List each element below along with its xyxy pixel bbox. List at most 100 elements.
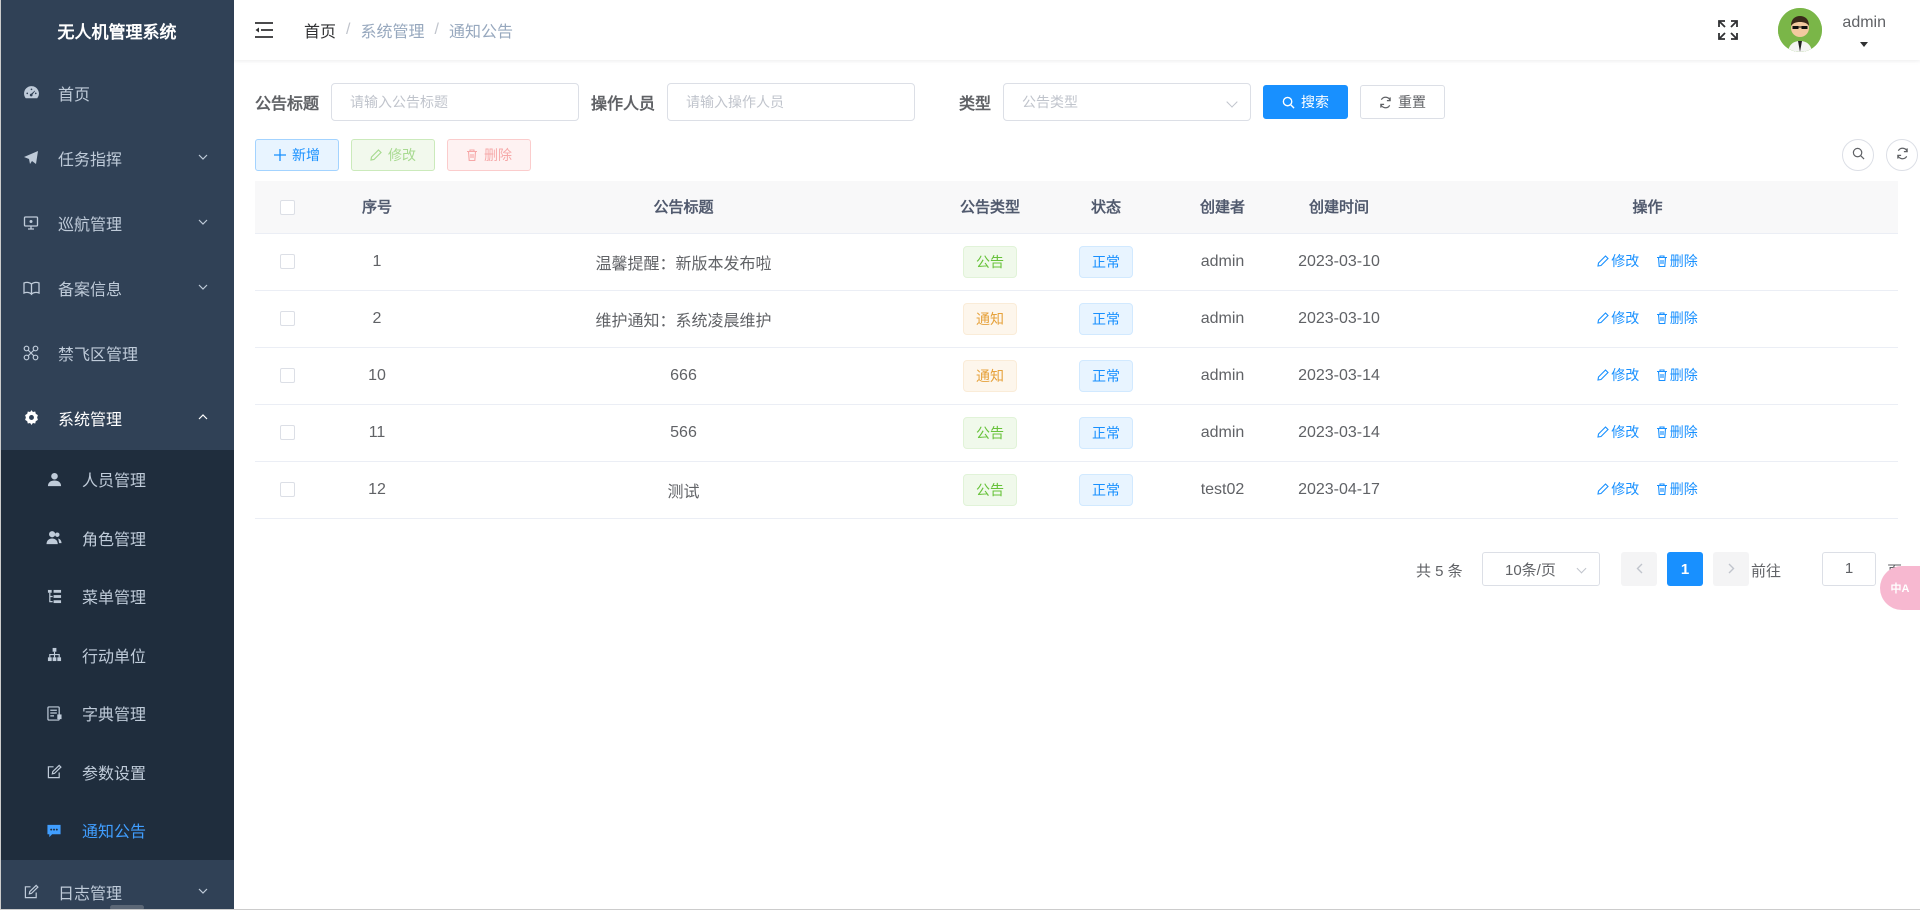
row-edit-link[interactable]: 修改: [1597, 479, 1639, 499]
sidebar-scrollbar[interactable]: [110, 905, 144, 910]
row-checkbox[interactable]: [279, 310, 295, 326]
add-button[interactable]: 新增: [255, 139, 339, 171]
translate-icon[interactable]: 中A: [1880, 566, 1920, 610]
row-checkbox[interactable]: [279, 424, 295, 440]
row-delete-label: 删除: [1669, 310, 1698, 326]
chevron-down-icon: [1576, 563, 1587, 574]
sidebar-item-menus[interactable]: 菜单管理: [0, 567, 234, 626]
fullscreen-icon[interactable]: [1716, 18, 1740, 42]
chevron-right-icon: [1728, 561, 1735, 578]
sidebar-item-record[interactable]: 备案信息: [0, 255, 234, 320]
sidebar-item-label: 首页: [58, 86, 91, 104]
search-button-label: 搜索: [1301, 94, 1330, 110]
cell-time: 2023-03-14: [1281, 347, 1397, 405]
refresh-table-button[interactable]: [1886, 139, 1918, 171]
refresh-icon: [1379, 96, 1392, 109]
sidebar-item-users[interactable]: 人员管理: [0, 450, 234, 509]
title-input[interactable]: 请输入公告标题: [331, 83, 580, 121]
cell-actions: 修改 删除: [1397, 233, 1898, 291]
operator-input[interactable]: 请输入操作人员: [667, 83, 916, 121]
type-placeholder: 公告类型: [1022, 94, 1079, 110]
breadcrumb-home[interactable]: 首页: [304, 18, 336, 42]
search-icon: [1282, 96, 1295, 109]
row-delete-link[interactable]: 删除: [1656, 422, 1698, 442]
navbar: 首页 / 系统管理 / 通知公告 admin: [234, 0, 1920, 60]
sidebar-item-task[interactable]: 任务指挥: [0, 125, 234, 190]
monitor-icon: [22, 214, 40, 232]
row-checkbox[interactable]: [279, 367, 295, 383]
row-checkbox[interactable]: [279, 481, 295, 497]
cell-id: 1: [319, 233, 435, 291]
sidebar-item-home[interactable]: 首页: [0, 60, 234, 125]
cell-type: 公告: [932, 233, 1048, 291]
sidebar-item-params[interactable]: 参数设置: [0, 743, 234, 802]
table-row[interactable]: 11 566 公告 正常 admin 2023-03-14 修改 删除: [255, 404, 1898, 462]
sidebar-item-roles[interactable]: 角色管理: [0, 509, 234, 568]
reset-button[interactable]: 重置: [1360, 85, 1446, 119]
select-all-checkbox[interactable]: [279, 199, 295, 215]
row-delete-label: 删除: [1669, 424, 1698, 440]
sidebar-item-units[interactable]: 行动单位: [0, 626, 234, 685]
cell-creator: admin: [1164, 290, 1281, 348]
caret-down-icon[interactable]: [1860, 42, 1868, 47]
tree-icon: [46, 647, 62, 663]
delete-button[interactable]: 删除: [447, 139, 531, 171]
row-delete-label: 删除: [1669, 481, 1698, 497]
row-edit-link[interactable]: 修改: [1597, 422, 1639, 442]
edit-icon: [1597, 312, 1610, 324]
row-edit-link[interactable]: 修改: [1597, 365, 1639, 385]
page-jump-input[interactable]: 1: [1822, 552, 1876, 586]
page-size-select[interactable]: 10条/页: [1482, 552, 1600, 586]
row-edit-link[interactable]: 修改: [1597, 251, 1639, 271]
message-icon: [46, 822, 62, 838]
row-select-cell: [255, 233, 319, 291]
column-header: 状态: [1048, 181, 1164, 234]
chevron-down-icon: [198, 152, 208, 162]
trash-icon: [1656, 483, 1667, 495]
breadcrumb: 首页 / 系统管理 / 通知公告: [304, 18, 513, 42]
main-content: 公告标题 请输入公告标题 操作人员 请输入操作人员 类型 公告类型 搜索 重置 …: [234, 60, 1920, 910]
table-row[interactable]: 12 测试 公告 正常 test02 2023-04-17 修改 删除: [255, 461, 1898, 519]
page-number-current[interactable]: 1: [1667, 552, 1703, 586]
cell-type: 通知: [932, 347, 1048, 405]
cell-actions: 修改 删除: [1397, 461, 1898, 519]
sidebar-item-label: 角色管理: [82, 531, 147, 549]
sidebar-item-logs[interactable]: 日志管理: [0, 860, 234, 910]
row-edit-link[interactable]: 修改: [1597, 308, 1639, 328]
prev-page-button[interactable]: [1621, 552, 1657, 586]
cell-status: 正常: [1048, 347, 1164, 405]
toolbar: 新增 修改 删除: [255, 138, 1918, 172]
hamburger-icon[interactable]: [254, 20, 274, 40]
sidebar-item-no-fly-zone[interactable]: 禁飞区管理: [0, 320, 234, 385]
row-delete-link[interactable]: 删除: [1656, 365, 1698, 385]
avatar[interactable]: [1778, 8, 1822, 52]
sidebar-item-cruise[interactable]: 巡航管理: [0, 190, 234, 255]
user-name[interactable]: admin: [1842, 14, 1886, 32]
table-row[interactable]: 10 666 通知 正常 admin 2023-03-14 修改 删除: [255, 347, 1898, 405]
system-submenu: 人员管理 角色管理 菜单管理 行动单位 字典管理 参数设置 通知公告: [0, 450, 234, 860]
cell-time: 2023-03-10: [1281, 233, 1397, 291]
delete-button-label: 删除: [484, 147, 512, 163]
status-badge: 正常: [1079, 416, 1133, 449]
row-delete-link[interactable]: 删除: [1656, 479, 1698, 499]
status-badge: 正常: [1079, 359, 1133, 392]
next-page-button[interactable]: [1713, 552, 1749, 586]
table-row[interactable]: 2 维护通知：系统凌晨维护 通知 正常 admin 2023-03-10 修改 …: [255, 290, 1898, 348]
type-select[interactable]: 公告类型: [1003, 83, 1252, 121]
row-delete-link[interactable]: 删除: [1656, 308, 1698, 328]
toggle-search-button[interactable]: [1842, 139, 1874, 171]
sidebar-item-dict[interactable]: 字典管理: [0, 684, 234, 743]
row-checkbox[interactable]: [279, 253, 295, 269]
sidebar-item-notice[interactable]: 通知公告: [0, 801, 234, 860]
status-badge: 正常: [1079, 245, 1133, 278]
edit-button[interactable]: 修改: [351, 139, 435, 171]
plus-icon: [274, 149, 286, 161]
row-delete-link[interactable]: 删除: [1656, 251, 1698, 271]
cell-status: 正常: [1048, 461, 1164, 519]
edit-icon: [1597, 483, 1610, 495]
table-row[interactable]: 1 温馨提醒：新版本发布啦 公告 正常 admin 2023-03-10 修改 …: [255, 233, 1898, 291]
search-button[interactable]: 搜索: [1263, 85, 1349, 119]
trash-icon: [466, 149, 478, 161]
sidebar-item-system[interactable]: 系统管理: [0, 385, 234, 450]
operator-label: 操作人员: [591, 96, 656, 113]
